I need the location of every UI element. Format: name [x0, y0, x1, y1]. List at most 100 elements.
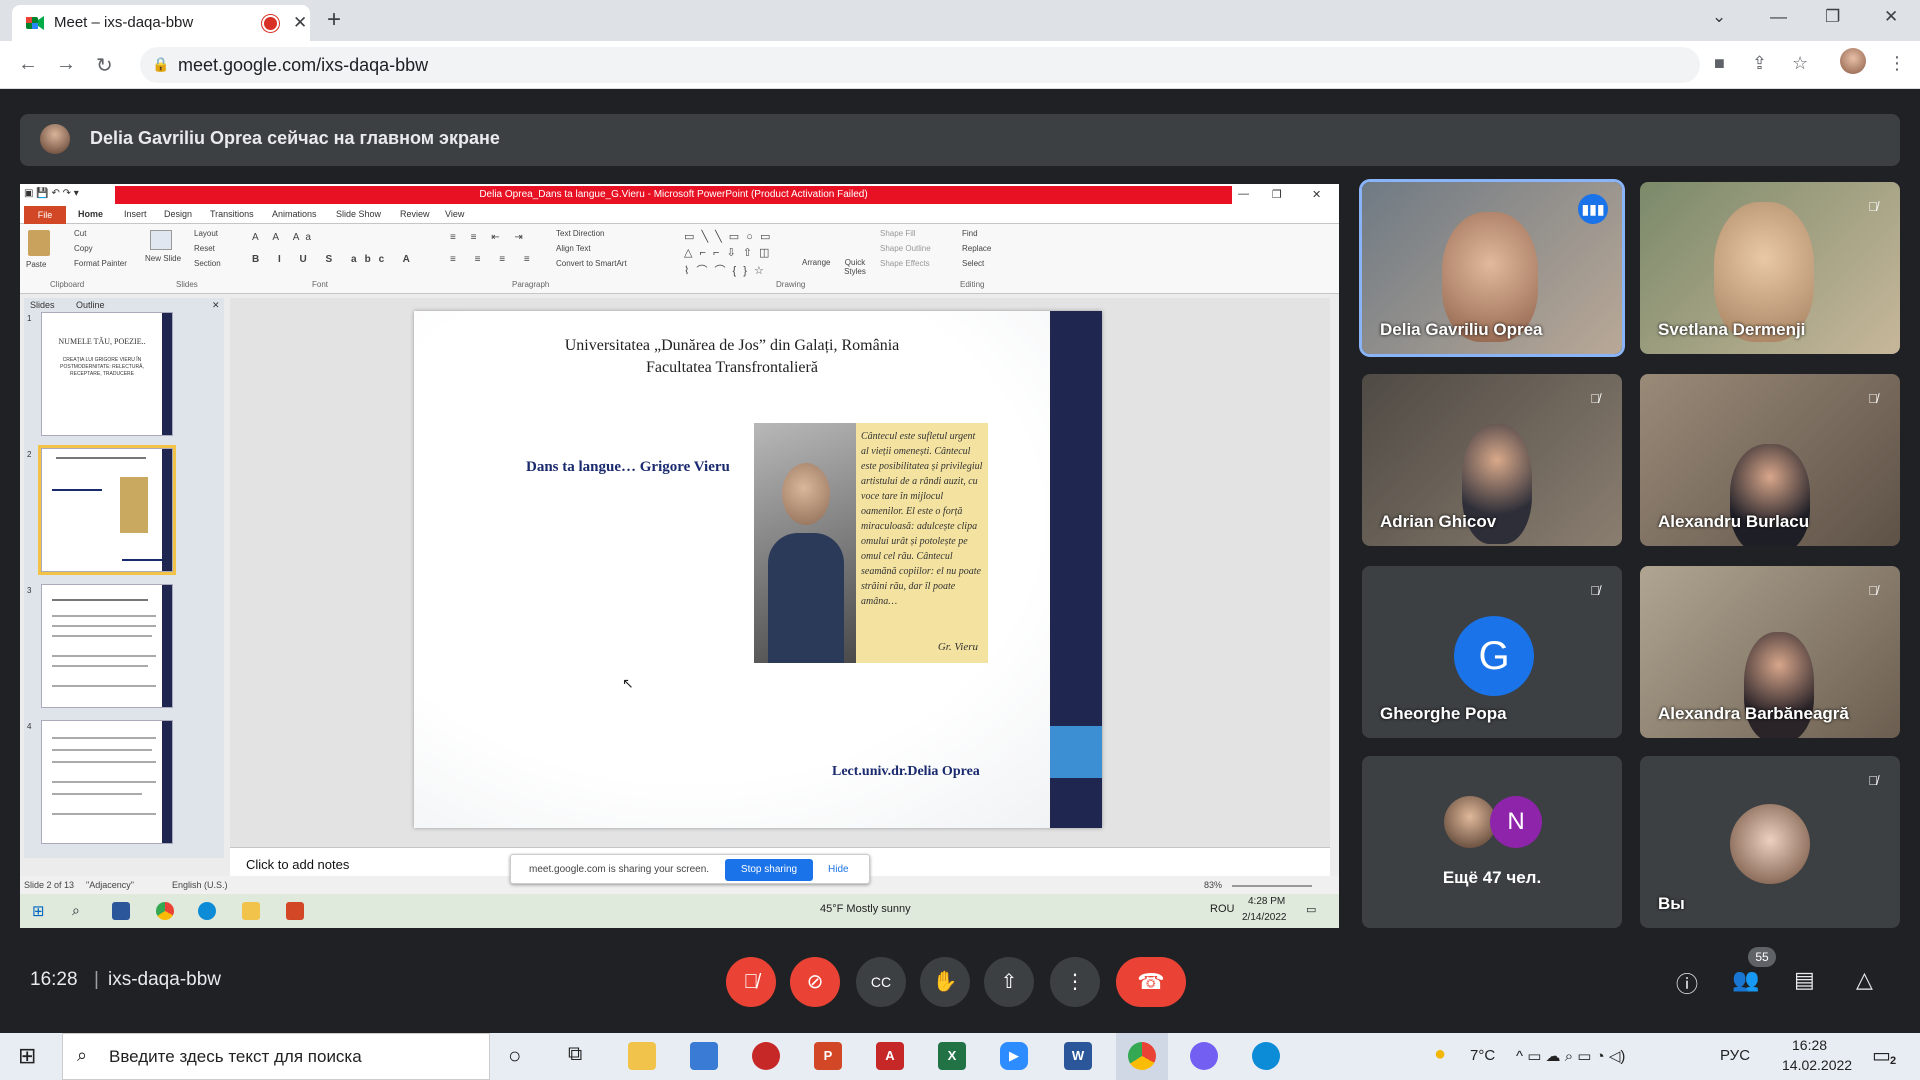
list-buttons[interactable]: ≡ ≡ ⇤ ⇥ [450, 232, 529, 243]
app-icon[interactable] [752, 1042, 780, 1070]
slide-thumbnail-1[interactable]: NUMELE TĂU, POEZIE.. CREAȚIA LUI GRIGORE… [41, 312, 173, 436]
inner-notification-icon[interactable]: ▭ [1306, 903, 1316, 916]
leave-call-icon[interactable]: ☎ [1116, 957, 1186, 1007]
participant-tile[interactable]: 🎙̸ Svetlana Dermenji [1640, 182, 1900, 354]
format-painter-button[interactable]: Format Painter [74, 259, 127, 268]
shape-fill-button[interactable]: Shape Fill [880, 229, 916, 238]
chrome-icon[interactable] [1128, 1042, 1156, 1070]
copy-button[interactable]: Copy [74, 244, 93, 253]
more-participants-tile[interactable]: N Ещё 47 чел. [1362, 756, 1622, 928]
file-explorer-icon[interactable] [628, 1042, 656, 1070]
select-button[interactable]: Select [962, 259, 984, 268]
participant-tile[interactable]: ▮▮▮ Delia Gavriliu Oprea [1362, 182, 1622, 354]
forward-icon[interactable]: → [56, 53, 76, 76]
activities-icon[interactable]: △ [1856, 967, 1873, 993]
task-view-icon[interactable]: ⧉ [568, 1043, 582, 1066]
weather-icon[interactable]: ● [1434, 1043, 1446, 1066]
input-language[interactable]: РУС [1720, 1047, 1750, 1064]
text-direction-button[interactable]: Text Direction [556, 229, 604, 238]
share-icon[interactable]: ⇪ [1752, 53, 1767, 74]
tab-animations[interactable]: Animations [272, 209, 317, 219]
tab-transitions[interactable]: Transitions [210, 209, 254, 219]
section-button[interactable]: Section [194, 259, 221, 268]
tab-search-icon[interactable]: ⌄ [1712, 7, 1726, 27]
tab-insert[interactable]: Insert [124, 209, 147, 219]
viber-icon[interactable] [1190, 1042, 1218, 1070]
current-slide[interactable]: Universitatea „Dunărea de Jos” din Galaț… [414, 311, 1102, 828]
hide-sharing-bar-button[interactable]: Hide [828, 864, 849, 875]
pp-close-icon[interactable]: ✕ [1312, 188, 1321, 201]
self-tile[interactable]: 🎙̸ Вы [1640, 756, 1900, 928]
replace-button[interactable]: Replace [962, 244, 991, 253]
tab-slide-show[interactable]: Slide Show [336, 209, 381, 219]
inner-edge-icon[interactable] [198, 902, 216, 920]
new-slide-icon[interactable] [150, 230, 172, 250]
arrange-button[interactable]: Arrange [802, 258, 830, 267]
stop-sharing-button[interactable]: Stop sharing [725, 859, 813, 881]
start-icon[interactable]: ⊞ [18, 1043, 36, 1069]
raise-hand-icon[interactable]: ✋ [920, 957, 970, 1007]
slide-thumbnail-2[interactable] [41, 448, 173, 572]
participant-tile[interactable]: 🎙̸ Adrian Ghicov [1362, 374, 1622, 546]
camera-in-use-icon[interactable]: ■ [1714, 53, 1725, 74]
align-buttons[interactable]: ≡ ≡ ≡ ≡ [450, 254, 538, 265]
bookmark-star-icon[interactable]: ☆ [1792, 53, 1808, 74]
pp-restore-icon[interactable]: ❐ [1272, 188, 1282, 201]
pp-minimize-icon[interactable]: — [1238, 188, 1249, 200]
inner-explorer-icon[interactable] [242, 902, 260, 920]
cut-button[interactable]: Cut [74, 229, 86, 238]
convert-smartart-button[interactable]: Convert to SmartArt [556, 259, 627, 268]
participant-tile[interactable]: 🎙̸ Alexandra Barbăneagră [1640, 566, 1900, 738]
inner-powerpoint-icon[interactable] [286, 902, 304, 920]
reload-icon[interactable]: ↻ [96, 53, 113, 78]
acrobat-icon[interactable]: A [876, 1042, 904, 1070]
more-options-icon[interactable]: ⋮ [1050, 957, 1100, 1007]
present-screen-icon[interactable]: ⇧ [984, 957, 1034, 1007]
edge-icon[interactable] [1252, 1042, 1280, 1070]
camera-toggle-icon[interactable]: ⊘ [790, 957, 840, 1007]
new-slide-button[interactable]: New Slide [145, 254, 181, 263]
meeting-info-icon[interactable]: ⓘ [1676, 967, 1698, 999]
zoom-slider[interactable] [1232, 885, 1312, 887]
tray-icons[interactable]: ^ ▭ ☁ ⌕ ▭ ◔ ◁) [1516, 1047, 1625, 1065]
shapes-gallery-row3[interactable]: ⌇ ⌒ ⌒ { } ☆ [684, 262, 766, 278]
word-icon[interactable]: W [1064, 1042, 1092, 1070]
find-button[interactable]: Find [962, 229, 978, 238]
inner-search-icon[interactable]: ⌕ [72, 902, 80, 919]
shapes-gallery[interactable]: ▭ ╲ ╲ ▭ ○ ▭ [684, 230, 772, 243]
zoom-icon[interactable]: ▶ [1000, 1042, 1028, 1070]
participant-tile[interactable]: 🎙̸ Alexandru Burlacu [1640, 374, 1900, 546]
cortana-icon[interactable]: ○ [508, 1043, 521, 1069]
shapes-gallery-row2[interactable]: △ ⌐ ⌐ ⇩ ⇧ ◫ [684, 246, 771, 259]
inner-chrome-icon[interactable] [156, 902, 174, 920]
minimize-icon[interactable]: — [1770, 7, 1787, 27]
paste-button[interactable]: Paste [26, 260, 46, 269]
reset-button[interactable]: Reset [194, 244, 215, 253]
shape-effects-button[interactable]: Shape Effects [880, 259, 930, 268]
participant-tile[interactable]: G 🎙̸ Gheorghe Popa [1362, 566, 1622, 738]
tab-close-icon[interactable]: ✕ [293, 13, 307, 33]
file-tab[interactable]: File [24, 206, 66, 224]
url-field[interactable]: 🔒 meet.google.com/ixs-daqa-bbw [140, 47, 1700, 83]
people-icon[interactable]: 👥 [1732, 967, 1759, 993]
quick-access-toolbar[interactable]: ▣ 💾 ↶ ↷ ▾ [24, 188, 79, 199]
quick-styles-button[interactable]: Quick Styles [840, 258, 870, 276]
outline-panel-tab[interactable]: Outline [76, 300, 105, 310]
captions-icon[interactable]: CC [856, 957, 906, 1007]
app-icon[interactable] [690, 1042, 718, 1070]
paste-icon[interactable] [28, 230, 50, 256]
inner-start-icon[interactable]: ⊞ [32, 902, 45, 920]
tab-design[interactable]: Design [164, 209, 192, 219]
tab-view[interactable]: View [445, 209, 464, 219]
powerpoint-icon[interactable]: P [814, 1042, 842, 1070]
tab-home[interactable]: Home [78, 209, 103, 219]
align-text-button[interactable]: Align Text [556, 244, 591, 253]
chat-icon[interactable]: ▤ [1794, 967, 1815, 993]
taskbar-search[interactable]: ⌕ Введите здесь текст для поиска [62, 1033, 490, 1080]
tab-review[interactable]: Review [400, 209, 430, 219]
close-panel-icon[interactable]: ✕ [212, 300, 220, 311]
notification-center-icon[interactable]: ▭ [1872, 1043, 1891, 1068]
layout-button[interactable]: Layout [194, 229, 218, 238]
browser-menu-icon[interactable]: ⋮ [1888, 53, 1906, 74]
mic-toggle-icon[interactable]: 🎙̸ [726, 957, 776, 1007]
